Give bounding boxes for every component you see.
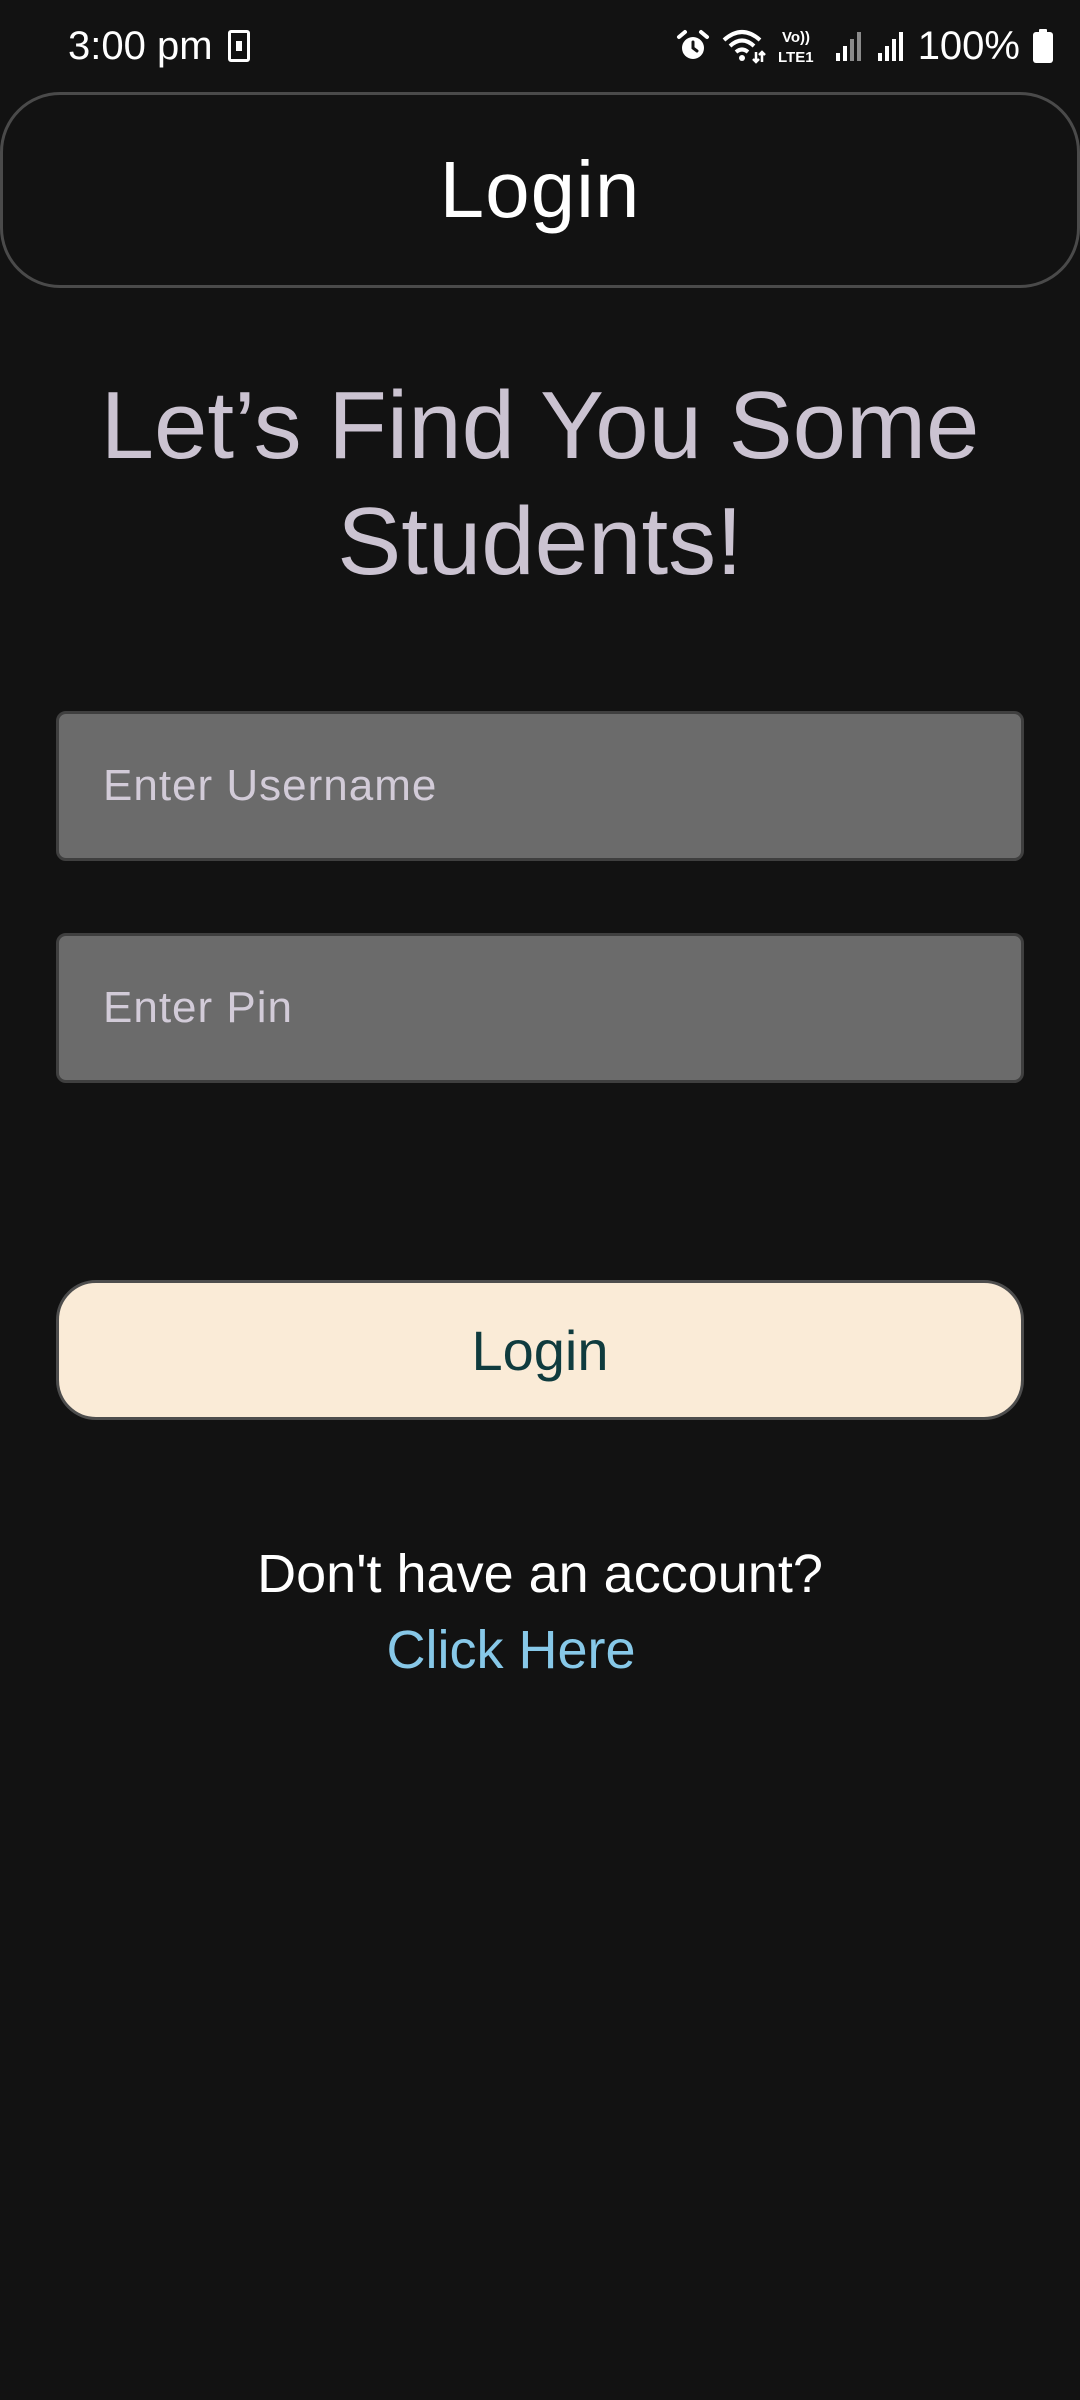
battery-percentage: 100%: [917, 24, 1020, 68]
app-bar: Login: [0, 92, 1080, 288]
alarm-icon: [676, 30, 709, 59]
sim-card-icon: [228, 30, 250, 62]
pin-input[interactable]: [56, 933, 1024, 1083]
account-prompt: Don't have an account?: [257, 1544, 823, 1604]
signal-icon: [877, 32, 903, 61]
status-bar: 3:00 pm Vo)) LTE1 100%: [0, 0, 1080, 92]
volte-label-top: Vo)): [782, 29, 810, 46]
page-heading: Let’s Find You Some Students!: [100, 372, 980, 595]
status-icons: Vo)) LTE1 100%: [676, 20, 1054, 72]
username-input[interactable]: [56, 711, 1024, 861]
sign-up-link[interactable]: Click Here: [0, 1612, 1022, 1688]
login-button[interactable]: Login: [56, 1280, 1024, 1420]
wifi-icon: [722, 30, 766, 64]
app-bar-title: Login: [439, 145, 641, 234]
signal-icon: [835, 32, 861, 61]
battery-icon: [1033, 29, 1053, 63]
status-time: 3:00 pm: [68, 24, 213, 68]
volte-icon: Vo)) LTE1: [778, 29, 814, 66]
volte-label-bottom: LTE1: [778, 49, 814, 66]
